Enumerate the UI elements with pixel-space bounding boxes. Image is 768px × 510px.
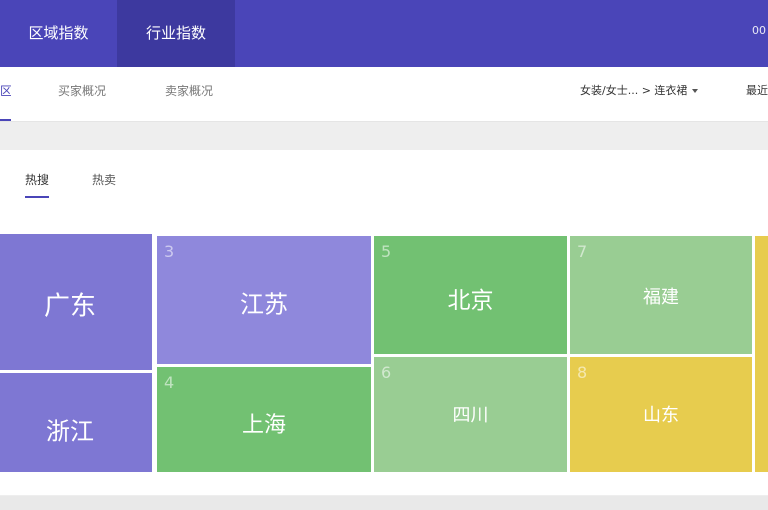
nav-region-index[interactable]: 区域指数 [0,0,117,67]
tab-region[interactable]: 区 [0,67,11,121]
treemap-cell-rank: 6 [381,363,392,382]
tab-hot-sale[interactable]: 热卖 [92,166,116,196]
tab-hot-search[interactable]: 热搜 [25,166,50,198]
treemap-cell-fujian[interactable]: 7 福建 [570,236,752,354]
nav-industry-index[interactable]: 行业指数 [117,0,235,67]
sub-nav-bar: 区 买家概况 卖家概况 女装/女士... > 连衣裙 最近 [0,67,768,122]
chevron-down-icon [692,89,699,93]
treemap-cell-guangdong[interactable]: 广东 [0,234,152,370]
tab-seller-overview[interactable]: 卖家概况 [165,67,213,119]
treemap-cell-rank: 3 [164,242,175,261]
treemap-cell-label: 山东 [643,405,679,426]
treemap-cell-rank: 8 [577,363,588,382]
treemap-cell-partial[interactable] [755,236,768,472]
date-range-selector[interactable]: 最近 [746,67,768,115]
treemap-cell-label: 四川 [452,405,489,426]
treemap-cell-rank: 4 [164,373,175,392]
treemap-cell-label: 浙江 [46,417,94,446]
treemap-cell-rank: 5 [381,242,392,261]
tab-buyer-overview[interactable]: 买家概况 [58,67,106,119]
treemap-cell-jiangsu[interactable]: 3 江苏 [157,236,371,364]
treemap-cell-shanghai[interactable]: 4 上海 [157,367,371,472]
treemap-cell-label: 北京 [447,288,494,314]
top-nav-bar: 区域指数 行业指数 00 [0,0,768,67]
treemap-cell-zhejiang[interactable]: 浙江 [0,373,152,472]
region-treemap: 广东 浙江 3 江苏 4 上海 5 北京 6 四川 7 福建 8 山东 [0,234,768,472]
category-filter-dropdown[interactable]: 女装/女士... > 连衣裙 [580,67,699,115]
category-filter-label: 女装/女士... > 连衣裙 [580,84,688,97]
treemap-cell-label: 江苏 [240,290,288,319]
treemap-cell-shandong[interactable]: 8 山东 [570,357,752,472]
section-gap [0,122,768,150]
treemap-cell-sichuan[interactable]: 6 四川 [374,357,567,472]
treemap-cell-rank: 7 [577,242,588,261]
treemap-cell-label: 福建 [643,287,679,308]
treemap-cell-label: 上海 [241,413,286,438]
treemap-cell-label: 广东 [43,291,96,322]
top-right-text[interactable]: 00 [752,24,768,38]
treemap-cell-beijing[interactable]: 5 北京 [374,236,567,354]
bottom-divider [0,496,768,510]
